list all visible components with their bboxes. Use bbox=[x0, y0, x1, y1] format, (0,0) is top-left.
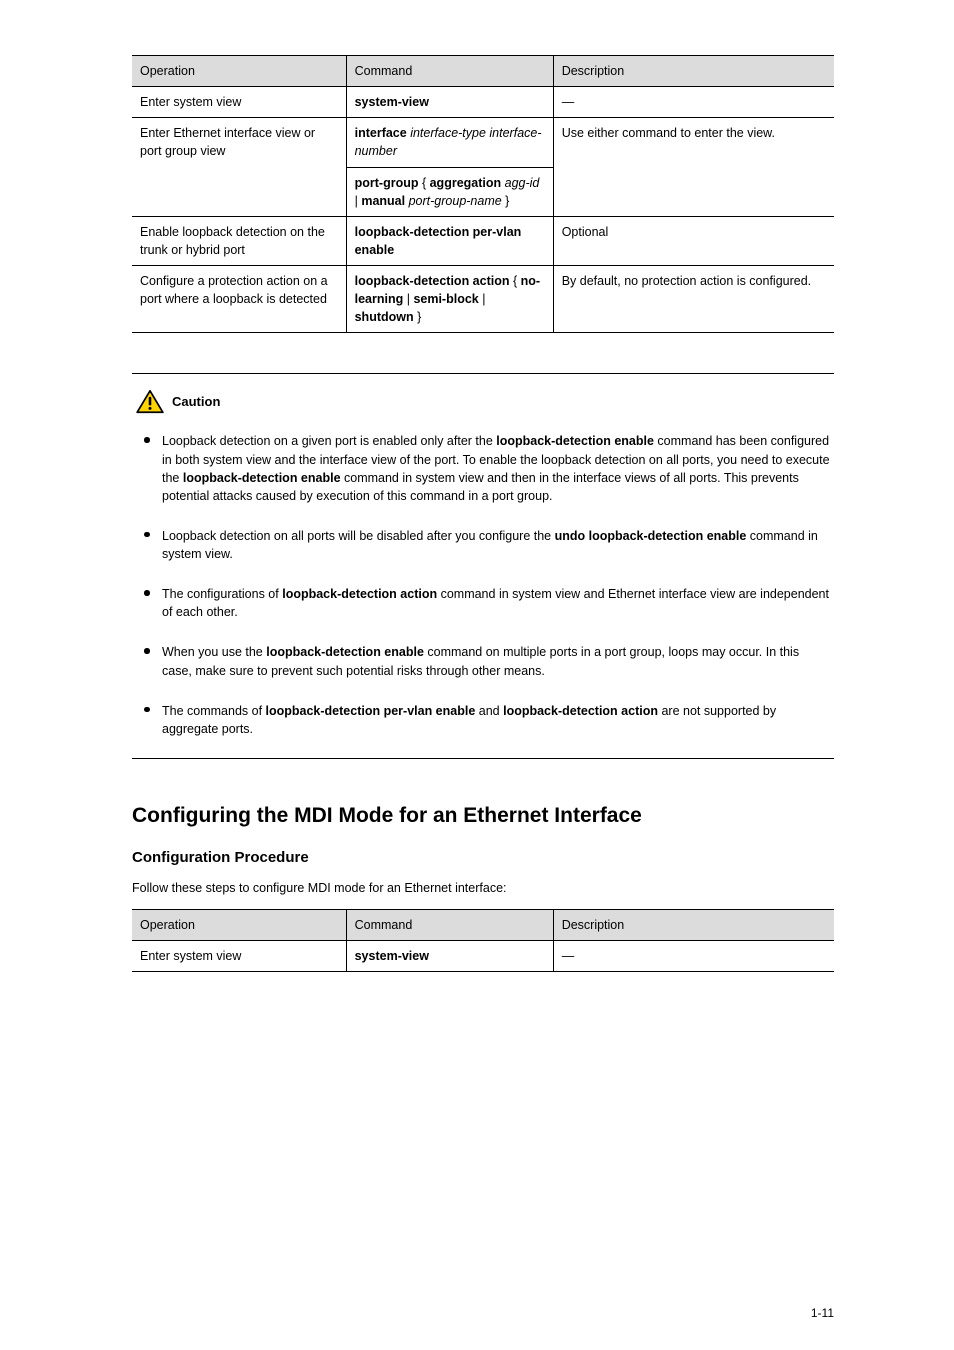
table-row: Enter system view system-view — bbox=[132, 87, 834, 118]
list-item: The commands of loopback-detection per-v… bbox=[138, 702, 832, 738]
caution-list: Loopback detection on a given port is en… bbox=[134, 432, 832, 738]
table-row: Enter system view system-view — bbox=[132, 941, 834, 972]
table-commands-loopback: Operation Command Description Enter syst… bbox=[132, 55, 834, 333]
table-row: Enable loopback detection on the trunk o… bbox=[132, 216, 834, 265]
table-row: Enter Ethernet interface view or port gr… bbox=[132, 118, 834, 167]
cell-desc: Use either command to enter the view. bbox=[553, 118, 834, 217]
table-header-desc: Description bbox=[553, 56, 834, 87]
list-item: When you use the loopback-detection enab… bbox=[138, 643, 832, 679]
cell-op: Configure a protection action on a port … bbox=[132, 266, 346, 333]
cell-cmd: loopback-detection per-vlan enable bbox=[346, 216, 553, 265]
cell-desc: Optional bbox=[553, 216, 834, 265]
cell-desc: — bbox=[553, 87, 834, 118]
table-row: Configure a protection action on a port … bbox=[132, 266, 834, 333]
section-intro: Follow these steps to configure MDI mode… bbox=[132, 879, 834, 897]
cell-cmd: system-view bbox=[346, 941, 553, 972]
subsection-heading-procedure: Configuration Procedure bbox=[132, 847, 834, 869]
cell-op: Enable loopback detection on the trunk o… bbox=[132, 216, 346, 265]
cell-cmd: interface interface-type interface-numbe… bbox=[346, 118, 553, 167]
list-item: The configurations of loopback-detection… bbox=[138, 585, 832, 621]
cell-cmd: system-view bbox=[346, 87, 553, 118]
cell-desc: — bbox=[553, 941, 834, 972]
table-header-desc: Description bbox=[553, 910, 834, 941]
cell-op: Enter system view bbox=[132, 87, 346, 118]
caution-callout: Caution Loopback detection on a given po… bbox=[132, 373, 834, 759]
caution-icon bbox=[136, 390, 164, 414]
list-item: Loopback detection on a given port is en… bbox=[138, 432, 832, 505]
cell-op: Enter Ethernet interface view or port gr… bbox=[132, 118, 346, 217]
table-commands-mdi: Operation Command Description Enter syst… bbox=[132, 909, 834, 972]
cell-op: Enter system view bbox=[132, 941, 346, 972]
cell-cmd: port-group { aggregation agg-id | manual… bbox=[346, 167, 553, 216]
caution-title: Caution bbox=[172, 393, 220, 412]
table-header-op: Operation bbox=[132, 56, 346, 87]
cell-cmd: loopback-detection action { no-learning … bbox=[346, 266, 553, 333]
cell-desc: By default, no protection action is conf… bbox=[553, 266, 834, 333]
table-header-cmd: Command bbox=[346, 56, 553, 87]
list-item: Loopback detection on all ports will be … bbox=[138, 527, 832, 563]
table-header-cmd: Command bbox=[346, 910, 553, 941]
section-heading-mdi: Configuring the MDI Mode for an Ethernet… bbox=[132, 801, 834, 831]
page-number: 1-11 bbox=[811, 1305, 834, 1322]
table-header-op: Operation bbox=[132, 910, 346, 941]
